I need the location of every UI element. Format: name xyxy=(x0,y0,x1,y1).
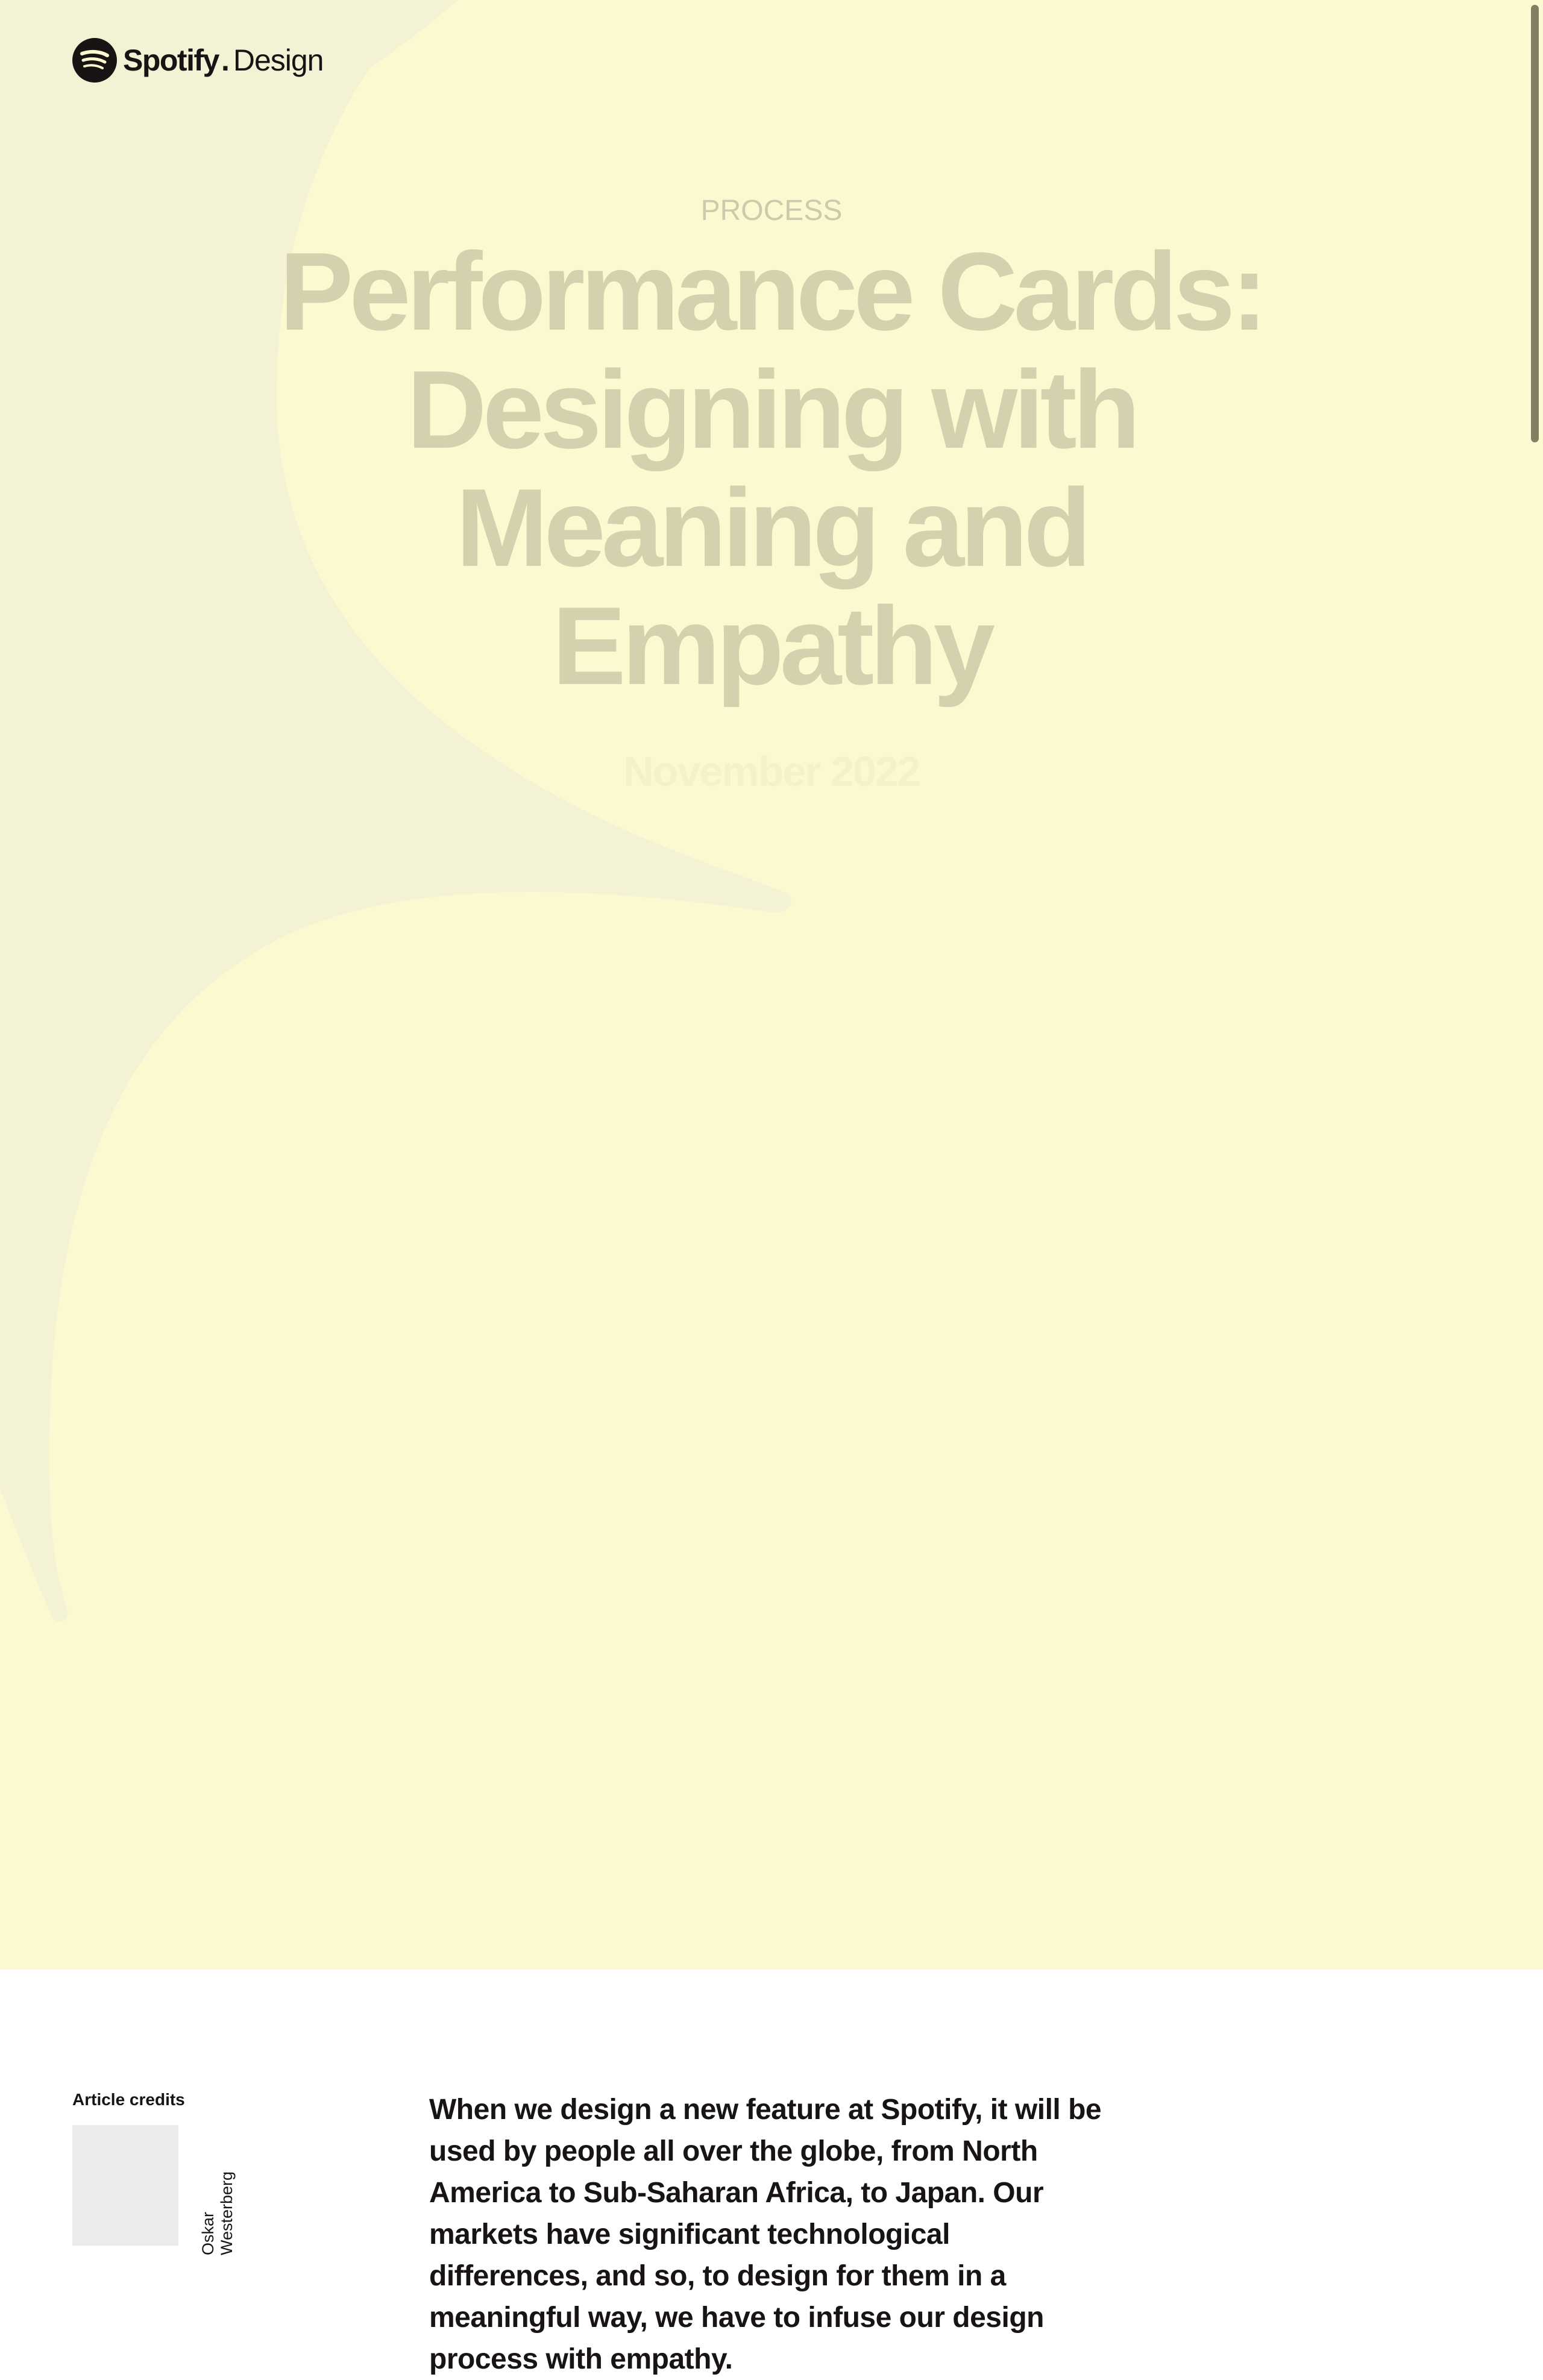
spotify-logo-icon xyxy=(72,38,117,83)
spotify-design-logo[interactable]: Spotify . Design xyxy=(72,37,324,83)
brand-dot: . xyxy=(221,43,230,77)
article-intro: When we design a new feature at Spotify,… xyxy=(429,2094,1102,2375)
scrollbar-thumb[interactable] xyxy=(1531,5,1539,442)
brand-name: Spotify xyxy=(123,43,219,77)
article-date: November 2022 xyxy=(623,748,921,795)
hero-section: Spotify . Design PROCESS Performance Car… xyxy=(0,0,1543,1970)
brand-suffix: Design xyxy=(233,43,324,77)
author-photo xyxy=(72,2125,178,2246)
article-credits-label: Article credits xyxy=(72,2090,185,2109)
author-name[interactable]: Oskar Westerberg xyxy=(199,2125,236,2255)
article-category[interactable]: PROCESS xyxy=(0,194,1543,227)
article-title: Performance Cards: Designing with Meanin… xyxy=(279,229,1268,708)
